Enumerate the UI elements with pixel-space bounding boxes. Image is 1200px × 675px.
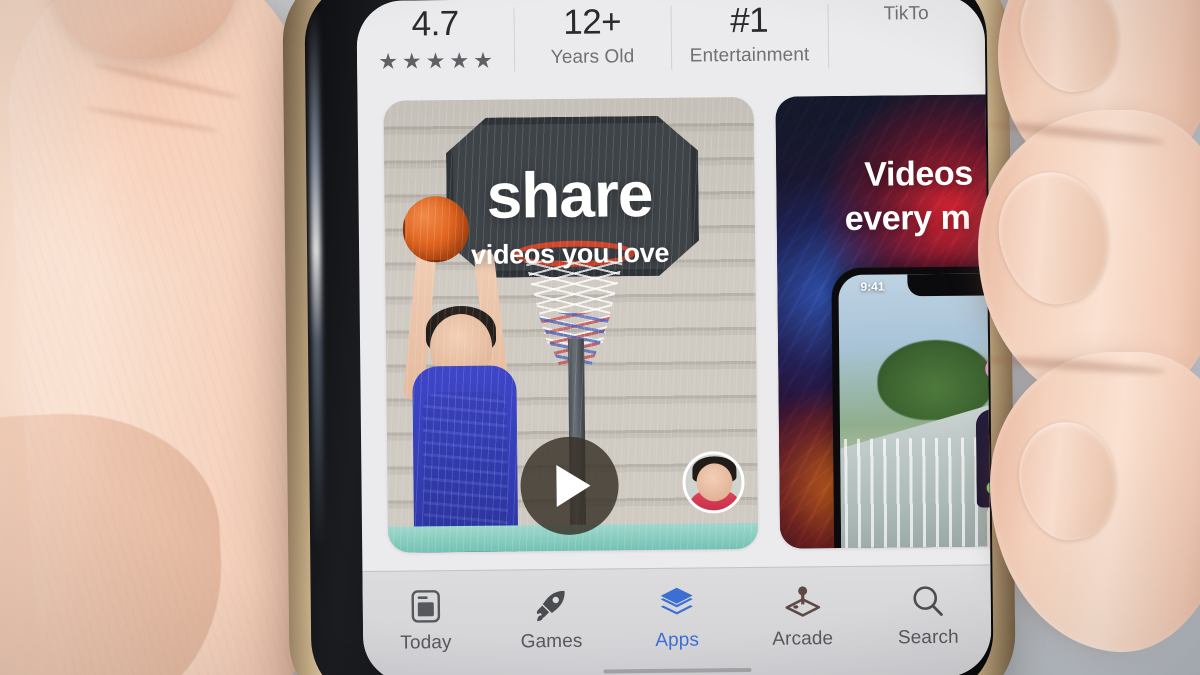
thumb-knuckle [42, 0, 243, 64]
tab-today[interactable]: Today [363, 587, 489, 655]
stat-value: 4.7 [411, 3, 459, 44]
palm [0, 405, 229, 675]
inner-status-time: 9:41 [860, 279, 885, 294]
screenshot-overlay-title: share [486, 157, 653, 232]
play-triangle-icon [556, 464, 591, 507]
stat-chart-rank[interactable]: #1 Entertainment [670, 0, 828, 72]
phone-screen: 4.7 ★ ★ ★ ★ ★ 12+ Years Old #1 Entertain [356, 0, 992, 675]
tab-games[interactable]: Games [488, 585, 614, 653]
fingernail [1011, 415, 1125, 547]
avatar-face [696, 463, 733, 502]
tab-apps[interactable]: Apps [614, 584, 740, 652]
tab-arcade[interactable]: Arcade [739, 583, 865, 651]
finger [990, 352, 1200, 652]
stat-rating[interactable]: 4.7 ★ ★ ★ ★ ★ [356, 1, 514, 74]
fingernail [988, 162, 1120, 314]
apps-layers-icon [659, 585, 695, 623]
play-button[interactable] [520, 436, 620, 536]
five-stars-icon: ★ ★ ★ ★ ★ [378, 47, 494, 74]
stat-label: Entertainment [689, 44, 810, 67]
tab-label: Games [520, 630, 583, 653]
today-icon [410, 587, 440, 625]
arcade-joystick-icon [784, 583, 820, 621]
home-indicator [603, 667, 752, 674]
star-icon: ★ [449, 47, 470, 74]
stat-age-rating[interactable]: 12+ Years Old [513, 0, 671, 73]
star-icon: ★ [378, 48, 399, 74]
stat-value: #1 [730, 0, 769, 41]
right-hand-fingers [910, 0, 1200, 675]
smartphone: 4.7 ★ ★ ★ ★ ★ 12+ Years Old #1 Entertain [282, 0, 1016, 675]
tab-bar[interactable]: Today Games Apps Arcade Search [362, 564, 992, 675]
tab-label: Today [400, 632, 452, 654]
star-icon: ★ [401, 48, 422, 74]
skin-crease [93, 60, 241, 102]
skin-crease [0, 477, 188, 499]
tab-label: Arcade [772, 628, 834, 650]
app-stats-row: 4.7 ★ ★ ★ ★ ★ 12+ Years Old #1 Entertain [356, 0, 986, 100]
stat-label: Years Old [550, 46, 635, 69]
games-rocket-icon [534, 586, 568, 624]
screenshot-carousel[interactable]: share videos you love Videos every m 9:4… [358, 94, 991, 561]
avatar[interactable] [682, 451, 745, 514]
stat-value: 12+ [563, 2, 622, 42]
star-icon: ★ [473, 47, 494, 73]
skin-crease [84, 104, 220, 135]
tab-label: Apps [655, 629, 700, 651]
fingernail [1009, 0, 1131, 102]
star-icon: ★ [425, 48, 446, 74]
screenshot-card-share[interactable]: share videos you love [383, 96, 759, 553]
photo-scene: 4.7 ★ ★ ★ ★ ★ 12+ Years Old #1 Entertain [0, 0, 1200, 675]
screenshot-overlay-subtitle: videos you love [470, 237, 670, 270]
